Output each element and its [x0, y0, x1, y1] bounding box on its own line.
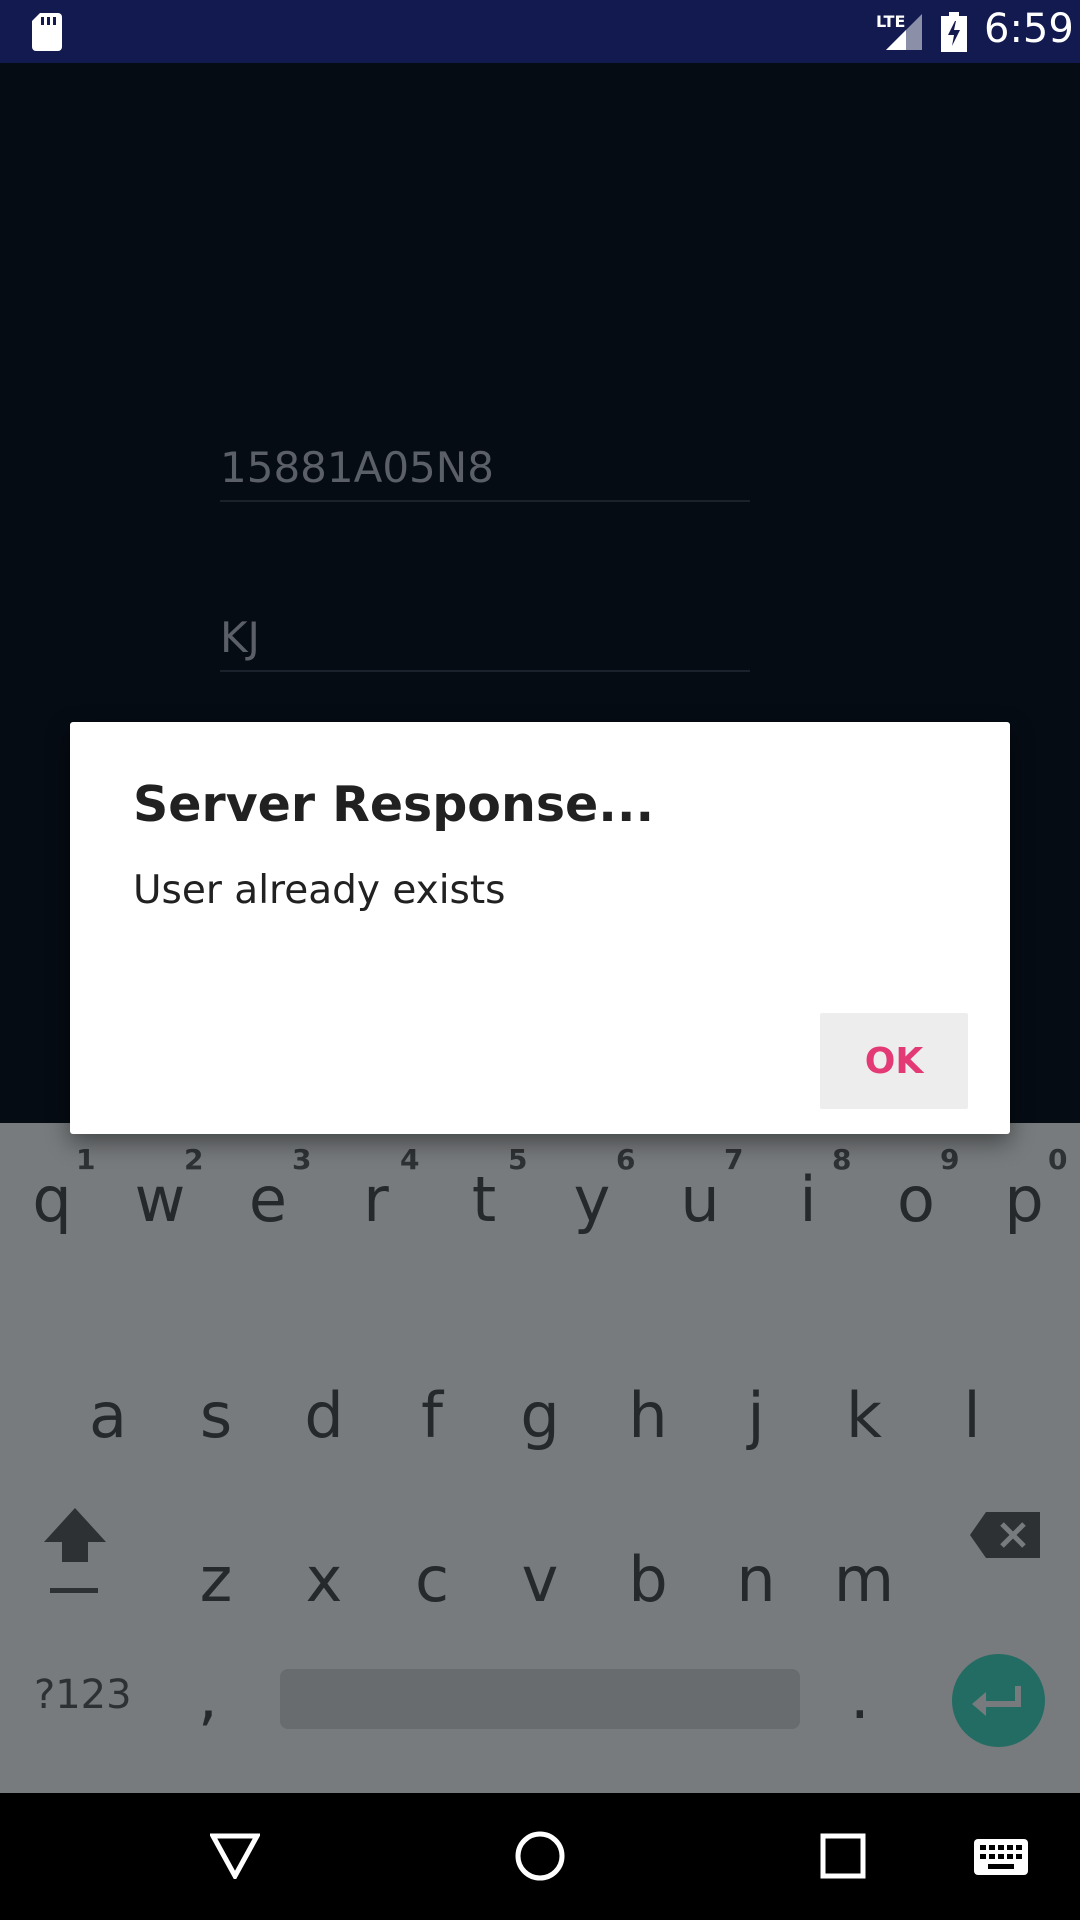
key-k[interactable]: k: [810, 1359, 918, 1479]
key-label: y: [573, 1163, 611, 1236]
key-label: d: [304, 1379, 344, 1452]
key-n[interactable]: n: [702, 1523, 810, 1643]
key-b[interactable]: b: [594, 1523, 702, 1643]
key-j[interactable]: j: [702, 1359, 810, 1479]
key-label: h: [628, 1379, 668, 1452]
ok-button[interactable]: OK: [820, 1013, 968, 1109]
status-bar: LTE 6:59: [0, 0, 1080, 63]
key-i[interactable]: 8i: [754, 1123, 862, 1243]
key-r[interactable]: 4r: [322, 1123, 430, 1243]
home-icon[interactable]: [514, 1830, 566, 1882]
back-icon[interactable]: [210, 1833, 260, 1879]
symbols-key[interactable]: ?123: [34, 1672, 132, 1718]
backspace-icon[interactable]: [970, 1512, 1040, 1558]
signal-icon: [886, 14, 922, 50]
key-m[interactable]: m: [810, 1523, 918, 1643]
key-label: t: [471, 1163, 497, 1236]
key-x[interactable]: x: [270, 1523, 378, 1643]
key-u[interactable]: 7u: [646, 1123, 754, 1243]
key-w[interactable]: 2w: [106, 1123, 214, 1243]
key-s[interactable]: s: [162, 1359, 270, 1479]
key-label: z: [199, 1543, 233, 1616]
key-label: i: [799, 1163, 817, 1236]
key-z[interactable]: z: [162, 1523, 270, 1643]
key-a[interactable]: a: [54, 1359, 162, 1479]
keyboard-icon[interactable]: [974, 1839, 1028, 1875]
key-c[interactable]: c: [378, 1523, 486, 1643]
spacebar[interactable]: [280, 1669, 800, 1729]
key-label: c: [414, 1543, 450, 1616]
dialog-message: User already exists: [133, 868, 506, 913]
key-label: g: [520, 1379, 560, 1452]
sd-card-icon: [32, 13, 62, 51]
key-label: x: [305, 1543, 343, 1616]
server-response-dialog: Server Response... User already exists O…: [70, 722, 1010, 1134]
key-label: w: [134, 1163, 186, 1236]
key-label: a: [89, 1379, 127, 1452]
battery-charging-icon: [941, 12, 967, 52]
key-f[interactable]: f: [378, 1359, 486, 1479]
key-label: k: [846, 1379, 882, 1452]
key-v[interactable]: v: [486, 1523, 594, 1643]
period-key[interactable]: .: [850, 1660, 870, 1733]
key-label: s: [199, 1379, 233, 1452]
shift-icon[interactable]: [42, 1506, 108, 1596]
comma-key[interactable]: ,: [198, 1660, 218, 1733]
key-q[interactable]: 1q: [0, 1123, 106, 1243]
dialog-title: Server Response...: [133, 776, 655, 833]
key-h[interactable]: h: [594, 1359, 702, 1479]
enter-key[interactable]: [952, 1654, 1045, 1747]
key-t[interactable]: 5t: [430, 1123, 538, 1243]
key-label: f: [421, 1379, 443, 1452]
key-y[interactable]: 6y: [538, 1123, 646, 1243]
clock: 6:59: [984, 6, 1074, 52]
key-label: e: [248, 1163, 288, 1236]
enter-icon: [972, 1686, 1021, 1716]
key-label: b: [628, 1543, 668, 1616]
key-label: o: [897, 1163, 935, 1236]
key-label: v: [521, 1543, 559, 1616]
recents-icon[interactable]: [820, 1833, 866, 1879]
key-g[interactable]: g: [486, 1359, 594, 1479]
key-label: n: [736, 1543, 776, 1616]
name-input[interactable]: KJ: [220, 606, 750, 672]
key-label: r: [363, 1163, 389, 1236]
key-p[interactable]: 0p: [970, 1123, 1078, 1243]
id-input[interactable]: 15881A05N8: [220, 436, 750, 502]
key-d[interactable]: d: [270, 1359, 378, 1479]
key-label: m: [833, 1543, 895, 1616]
key-l[interactable]: l: [918, 1359, 1026, 1479]
navigation-bar: [0, 1793, 1080, 1920]
key-label: p: [1004, 1163, 1044, 1236]
key-o[interactable]: 9o: [862, 1123, 970, 1243]
key-label: u: [680, 1163, 720, 1236]
key-label: q: [32, 1163, 72, 1236]
key-e[interactable]: 3e: [214, 1123, 322, 1243]
key-label: j: [747, 1379, 765, 1452]
key-label: l: [963, 1379, 981, 1452]
